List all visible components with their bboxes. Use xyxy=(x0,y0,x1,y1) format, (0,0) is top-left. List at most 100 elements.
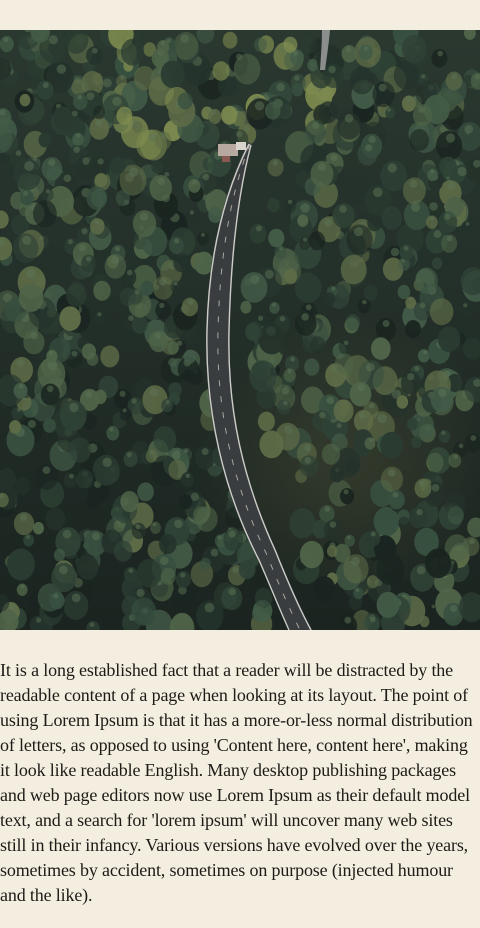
tree-crown xyxy=(289,508,316,539)
tree-highlight xyxy=(272,303,276,307)
tree-highlight xyxy=(30,332,38,340)
tree-highlight xyxy=(136,588,145,598)
tree-crown xyxy=(94,389,107,405)
tree-highlight xyxy=(312,121,320,129)
tree-highlight xyxy=(441,430,446,435)
tree-highlight xyxy=(328,65,336,74)
tree-highlight xyxy=(126,452,132,458)
tree-highlight xyxy=(301,313,309,321)
tree-highlight xyxy=(416,565,426,575)
tree-highlight xyxy=(319,412,326,419)
tree-highlight xyxy=(281,386,290,395)
tree-highlight xyxy=(368,135,376,144)
tree-highlight xyxy=(453,454,458,459)
tree-highlight xyxy=(287,369,292,374)
tree-highlight xyxy=(365,362,375,372)
tree-highlight xyxy=(429,216,435,221)
tree-crown xyxy=(43,418,56,433)
tree-highlight xyxy=(377,413,387,424)
tree-highlight xyxy=(63,174,72,183)
tree-highlight xyxy=(437,50,444,57)
tree-highlight xyxy=(62,529,72,539)
tree-crown xyxy=(307,58,319,72)
tree-highlight xyxy=(475,74,480,80)
tree-highlight xyxy=(276,82,285,92)
tree-highlight xyxy=(159,302,165,309)
tree-crown xyxy=(200,557,211,570)
tree-highlight xyxy=(423,350,428,355)
tree-highlight xyxy=(3,37,9,43)
tree-highlight xyxy=(450,604,458,612)
tree-highlight xyxy=(18,384,24,389)
tree-crown xyxy=(340,254,367,285)
tree-highlight xyxy=(451,73,458,79)
tree-highlight xyxy=(344,114,354,123)
tree-highlight xyxy=(236,131,243,138)
tree-highlight xyxy=(430,169,435,174)
tree-highlight xyxy=(69,474,74,479)
tree-crown xyxy=(266,324,279,340)
tree-highlight xyxy=(411,202,421,212)
tree-crown xyxy=(363,284,378,301)
tree-crown xyxy=(212,61,230,81)
tree-highlight xyxy=(290,356,295,362)
tree-crown xyxy=(299,540,324,569)
tree-crown xyxy=(59,306,81,331)
tree-highlight xyxy=(458,443,464,449)
tree-crown xyxy=(429,298,454,326)
tree-highlight xyxy=(81,228,88,235)
tree-crown xyxy=(66,283,87,307)
tree-highlight xyxy=(331,286,336,291)
tree-crown xyxy=(153,426,177,453)
tree-crown xyxy=(136,558,162,588)
tree-crown xyxy=(367,214,382,232)
tree-crown xyxy=(52,106,73,130)
tree-highlight xyxy=(157,177,165,186)
tree-crown xyxy=(177,92,193,110)
tree-crown xyxy=(33,200,57,228)
tree-crown xyxy=(254,37,267,52)
tree-crown xyxy=(447,506,464,525)
tree-highlight xyxy=(470,435,477,441)
tree-highlight xyxy=(120,76,125,80)
tree-highlight xyxy=(109,427,114,432)
tree-highlight xyxy=(122,408,127,413)
tree-highlight xyxy=(89,622,95,627)
tree-highlight xyxy=(447,182,456,191)
tree-crown xyxy=(349,66,374,95)
tree-highlight xyxy=(184,448,189,453)
tree-highlight xyxy=(463,303,468,308)
tree-highlight xyxy=(16,359,25,368)
tree-highlight xyxy=(192,180,197,185)
tree-highlight xyxy=(387,468,396,477)
tree-crown xyxy=(183,349,196,364)
tree-highlight xyxy=(173,281,178,286)
tree-crown xyxy=(33,521,44,535)
tree-highlight xyxy=(326,396,335,405)
tree-highlight xyxy=(232,566,239,573)
tree-highlight xyxy=(304,457,312,464)
tree-highlight xyxy=(206,107,210,112)
tree-crown xyxy=(333,399,354,423)
tree-crown xyxy=(437,326,461,353)
tree-highlight xyxy=(76,133,81,138)
tree-highlight xyxy=(53,593,59,599)
tree-highlight xyxy=(126,269,133,276)
tree-highlight xyxy=(102,78,112,88)
tree-highlight xyxy=(369,438,373,443)
tree-highlight xyxy=(329,521,337,528)
tree-crown xyxy=(233,53,261,85)
tree-highlight xyxy=(418,106,425,113)
tree-highlight xyxy=(73,146,80,153)
tree-crown xyxy=(366,575,379,589)
tree-highlight xyxy=(382,320,390,327)
tree-highlight xyxy=(387,108,391,112)
tree-highlight xyxy=(71,110,78,117)
tree-crown xyxy=(376,591,400,619)
tree-highlight xyxy=(160,132,167,139)
tree-highlight xyxy=(102,457,112,467)
tree-crown xyxy=(168,382,182,398)
tree-highlight xyxy=(305,304,312,311)
tree-highlight xyxy=(20,584,25,589)
tree-highlight xyxy=(165,400,170,405)
